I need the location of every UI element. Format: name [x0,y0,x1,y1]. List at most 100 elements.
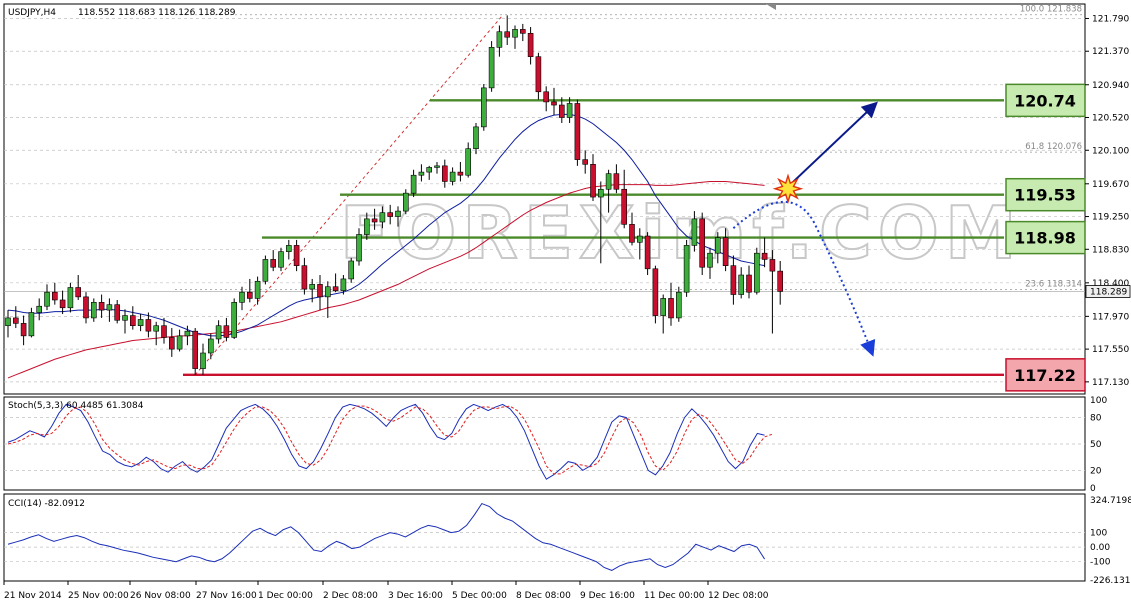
candle [231,298,237,339]
candle-body [668,298,674,319]
candle [753,247,760,295]
candle [480,83,487,131]
price-label: 121.790 [1092,14,1129,24]
level-box-3: 117.22 [1005,358,1086,392]
candle-body [130,315,136,327]
candle-body [652,268,659,316]
candle [699,212,706,276]
candle-body [145,319,152,332]
candle-body [449,171,456,182]
candle-body [738,274,745,295]
candle-body [379,212,386,223]
candle-body [512,29,518,38]
candle-body [395,210,401,217]
candle-body [480,87,487,128]
candle-body [137,319,144,327]
candle-body [457,171,464,176]
burst-icon [772,173,804,205]
time-label: 12 Dec 08:00 [708,591,769,601]
candle-body [488,47,495,89]
candle-body [36,305,43,313]
candle-body [441,165,448,182]
current-price-label: 118.289 [1090,287,1127,297]
candle [488,41,495,92]
candle-body [543,91,550,103]
candle-body [535,56,542,93]
candle-body [262,259,269,282]
time-label: 21 Nov 2014 [4,591,62,601]
candle-body [660,298,667,316]
candle-body [153,325,159,332]
candle-body [722,237,729,266]
level-box-2: 118.98 [1005,220,1086,255]
candle-body [254,280,261,299]
watermark-text: FOREXimf.COM [340,191,1023,275]
time-label: 26 Nov 08:00 [130,591,191,601]
cci-title: CCI(14) -82.0912 [8,499,85,509]
price-label: 117.130 [1092,378,1129,388]
candle-body [83,296,89,319]
candle-body [98,302,105,311]
cci-pane[interactable] [3,493,1086,582]
candle-body [465,148,472,176]
candle-body [356,234,362,262]
time-label: 27 Nov 16:00 [196,591,257,601]
candle-body [278,251,284,268]
candle-body [387,212,394,217]
candle-body [215,325,222,340]
price-label: 118.830 [1092,245,1129,255]
candle-body [691,218,698,246]
candle-body [675,291,682,319]
cci-axis-label: -226.1316 [1090,576,1131,586]
price-label: 120.100 [1092,146,1129,156]
candle-body [769,259,776,272]
candle-body [270,259,277,268]
candle-body [636,235,643,243]
level-box-label: 119.53 [1014,186,1076,205]
time-label: 3 Dec 16:00 [388,591,443,601]
candle-body [200,352,206,369]
candle-body [192,330,198,369]
candle-body [699,218,706,268]
candle-body [777,270,784,292]
candle [192,328,198,375]
candle-body [122,315,128,321]
candle-body [67,287,74,309]
candle-body [527,32,534,57]
candle-body [753,252,760,293]
candle [644,232,651,276]
candle-body [746,274,752,293]
price-label: 119.670 [1092,180,1129,190]
candle-body [5,317,11,327]
candle-body [434,165,440,168]
stoch-axis-label: 80 [1090,414,1102,424]
candle-body [106,304,113,311]
candle-body [348,260,355,280]
candle [348,257,355,283]
candle-body [13,317,19,324]
candle-body [597,188,604,198]
candle-body [20,323,27,337]
cci-axis-label: 324.7198 [1090,496,1131,506]
candle-body [574,103,581,160]
candle-body [496,31,503,48]
candle-body [91,302,97,319]
candle-body [558,104,565,118]
candle-body [605,173,612,190]
price-label: 120.520 [1092,114,1129,124]
cci-axis-label: 100 [1090,529,1107,539]
cci-axis-label: -100 [1090,558,1111,568]
stoch-axis-label: 100 [1090,396,1107,406]
candle-body [176,335,183,350]
chart-header-symbol: USDJPY,H4 [8,8,56,18]
candle-body [707,252,713,268]
candle-body [51,291,58,301]
level-box-label: 117.22 [1014,366,1076,385]
candle [574,99,581,166]
cci-axis-label: 0.00 [1090,543,1110,553]
candle [67,282,74,313]
candle-body [208,338,214,354]
candle-body [504,31,511,38]
time-label: 11 Dec 00:00 [644,591,705,601]
candle-body [309,284,316,290]
